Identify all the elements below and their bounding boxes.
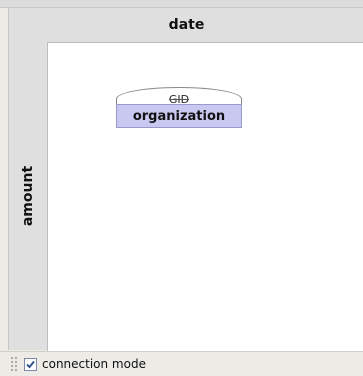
row-header-label: amount — [20, 165, 36, 227]
connection-mode-label: connection mode — [42, 357, 146, 371]
connection-mode-checkbox[interactable] — [24, 357, 37, 371]
node-key-label: GID — [168, 93, 190, 106]
status-bar: connection mode — [0, 351, 363, 376]
toolbar-grip-handle[interactable] — [10, 356, 18, 372]
column-header-label: date — [168, 17, 205, 33]
column-header-drop-zone[interactable]: date — [9, 8, 363, 42]
checkmark-icon — [26, 360, 35, 368]
row-header-drop-zone[interactable]: amount — [9, 42, 47, 350]
node-key-cap: GID — [116, 87, 242, 106]
diagram-canvas[interactable]: GID organization — [47, 42, 363, 351]
node-body[interactable]: organization — [116, 104, 242, 128]
pivot-canvas-frame: date amount GID organization — [8, 8, 363, 351]
node-name-label: organization — [132, 108, 226, 124]
organization-node[interactable]: GID organization — [116, 87, 242, 128]
top-border-strip — [0, 0, 363, 8]
